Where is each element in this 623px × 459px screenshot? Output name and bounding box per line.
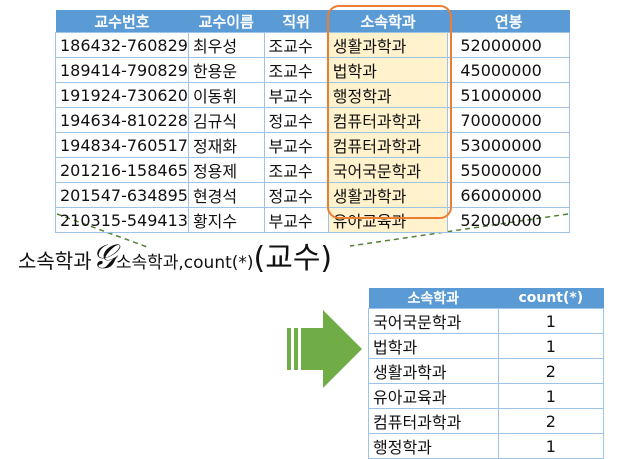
result-cell-department: 국어국문학과 — [368, 308, 499, 334]
cell-professor-id: 194834-760517 — [55, 132, 189, 158]
table-row: 201216-158465 정용제 조교수 국어국문학과 55000000 — [55, 157, 570, 183]
result-cell-department: 유아교육과 — [368, 383, 499, 409]
cell-professor-name: 황지수 — [187, 207, 265, 233]
result-cell-count: 1 — [497, 383, 605, 409]
result-cell-department: 컴퓨터과학과 — [368, 408, 499, 434]
result-cell-department: 법학과 — [368, 333, 499, 359]
header-professor-name: 교수이름 — [188, 10, 265, 33]
header-professor-id: 교수번호 — [55, 10, 189, 33]
table-row: 194834-760517 정재화 부교수 컴퓨터과학과 53000000 — [55, 132, 570, 158]
cell-salary: 51000000 — [447, 82, 570, 108]
table-row: 생활과학과 2 — [368, 358, 605, 384]
cell-position: 정교수 — [263, 182, 329, 208]
table-row: 186432-760829 최우성 조교수 생활과학과 52000000 — [55, 32, 570, 58]
green-arrow-icon — [287, 310, 362, 388]
cell-professor-id: 191924-730620 — [55, 82, 189, 108]
cell-position: 조교수 — [263, 157, 329, 183]
cell-professor-id: 189414-790829 — [55, 57, 189, 83]
table-row: 행정학과 1 — [368, 433, 605, 459]
cell-professor-name: 한용운 — [187, 57, 265, 83]
result-table: 소속학과 count(*) 국어국문학과 1 법학과 1 생활과학과 2 유아교육과 1 컴퓨터… — [368, 288, 605, 459]
table-row: 210315-549413 황지수 부교수 유아교육과 52000000 — [55, 207, 570, 233]
cell-salary: 52000000 — [447, 207, 570, 233]
result-cell-count: 2 — [497, 358, 605, 384]
cell-professor-name: 김규식 — [187, 107, 265, 133]
result-table-header: 소속학과 count(*) — [368, 288, 604, 309]
cell-position: 부교수 — [263, 82, 329, 108]
result-cell-department: 생활과학과 — [368, 358, 499, 384]
table-row: 국어국문학과 1 — [368, 308, 605, 334]
aggregate-functions: 소속학과,count(*) — [115, 253, 254, 273]
department-column-highlight — [327, 5, 452, 219]
gamma-symbol: 𝒢 — [91, 237, 116, 277]
table-row: 194634-810228 김규식 정교수 컴퓨터과학과 70000000 — [55, 107, 570, 133]
cell-salary: 45000000 — [447, 57, 570, 83]
cell-position: 정교수 — [263, 107, 329, 133]
table-row: 191924-730620 이동휘 부교수 행정학과 51000000 — [55, 82, 570, 108]
cell-position: 부교수 — [263, 207, 329, 233]
relation-name: (교수) — [253, 241, 333, 276]
cell-professor-id: 194634-810228 — [55, 107, 189, 133]
cell-professor-id: 201547-634895 — [55, 182, 189, 208]
cell-salary: 55000000 — [447, 157, 570, 183]
cell-professor-name: 현경석 — [187, 182, 265, 208]
cell-professor-id: 186432-760829 — [55, 32, 189, 58]
cell-professor-name: 정재화 — [187, 132, 265, 158]
cell-position: 조교수 — [263, 32, 329, 58]
aggregation-expression: 소속학과𝒢소속학과,count(*)(교수) — [18, 240, 332, 274]
cell-salary: 70000000 — [447, 107, 570, 133]
header-salary: 연봉 — [447, 10, 570, 33]
cell-professor-id: 210315-549413 — [55, 207, 189, 233]
cell-position: 조교수 — [263, 57, 329, 83]
result-header-department: 소속학과 — [368, 288, 499, 309]
header-position: 직위 — [264, 10, 329, 33]
result-cell-count: 1 — [497, 333, 605, 359]
cell-professor-name: 정용제 — [187, 157, 265, 183]
cell-salary: 52000000 — [447, 32, 570, 58]
cell-professor-name: 최우성 — [187, 32, 265, 58]
table-row: 법학과 1 — [368, 333, 605, 359]
cell-salary: 53000000 — [447, 132, 570, 158]
result-cell-count: 1 — [497, 433, 605, 459]
professor-table: 교수번호 교수이름 직위 소속학과 연봉 186432-760829 최우성 조교수… — [55, 10, 570, 233]
cell-professor-name: 이동휘 — [187, 82, 265, 108]
cell-salary: 66000000 — [447, 182, 570, 208]
table-row: 201547-634895 현경석 정교수 생활과학과 66000000 — [55, 182, 570, 208]
result-cell-department: 행정학과 — [368, 433, 499, 459]
professor-table-header: 교수번호 교수이름 직위 소속학과 연봉 — [55, 10, 570, 33]
cell-position: 부교수 — [263, 132, 329, 158]
table-row: 189414-790829 한용운 조교수 법학과 45000000 — [55, 57, 570, 83]
table-row: 유아교육과 1 — [368, 383, 605, 409]
grouping-attribute: 소속학과 — [18, 249, 92, 273]
result-cell-count: 1 — [497, 308, 605, 334]
table-row: 컴퓨터과학과 2 — [368, 408, 605, 434]
result-header-count: count(*) — [498, 288, 604, 309]
cell-professor-id: 201216-158465 — [55, 157, 189, 183]
result-cell-count: 2 — [497, 408, 605, 434]
